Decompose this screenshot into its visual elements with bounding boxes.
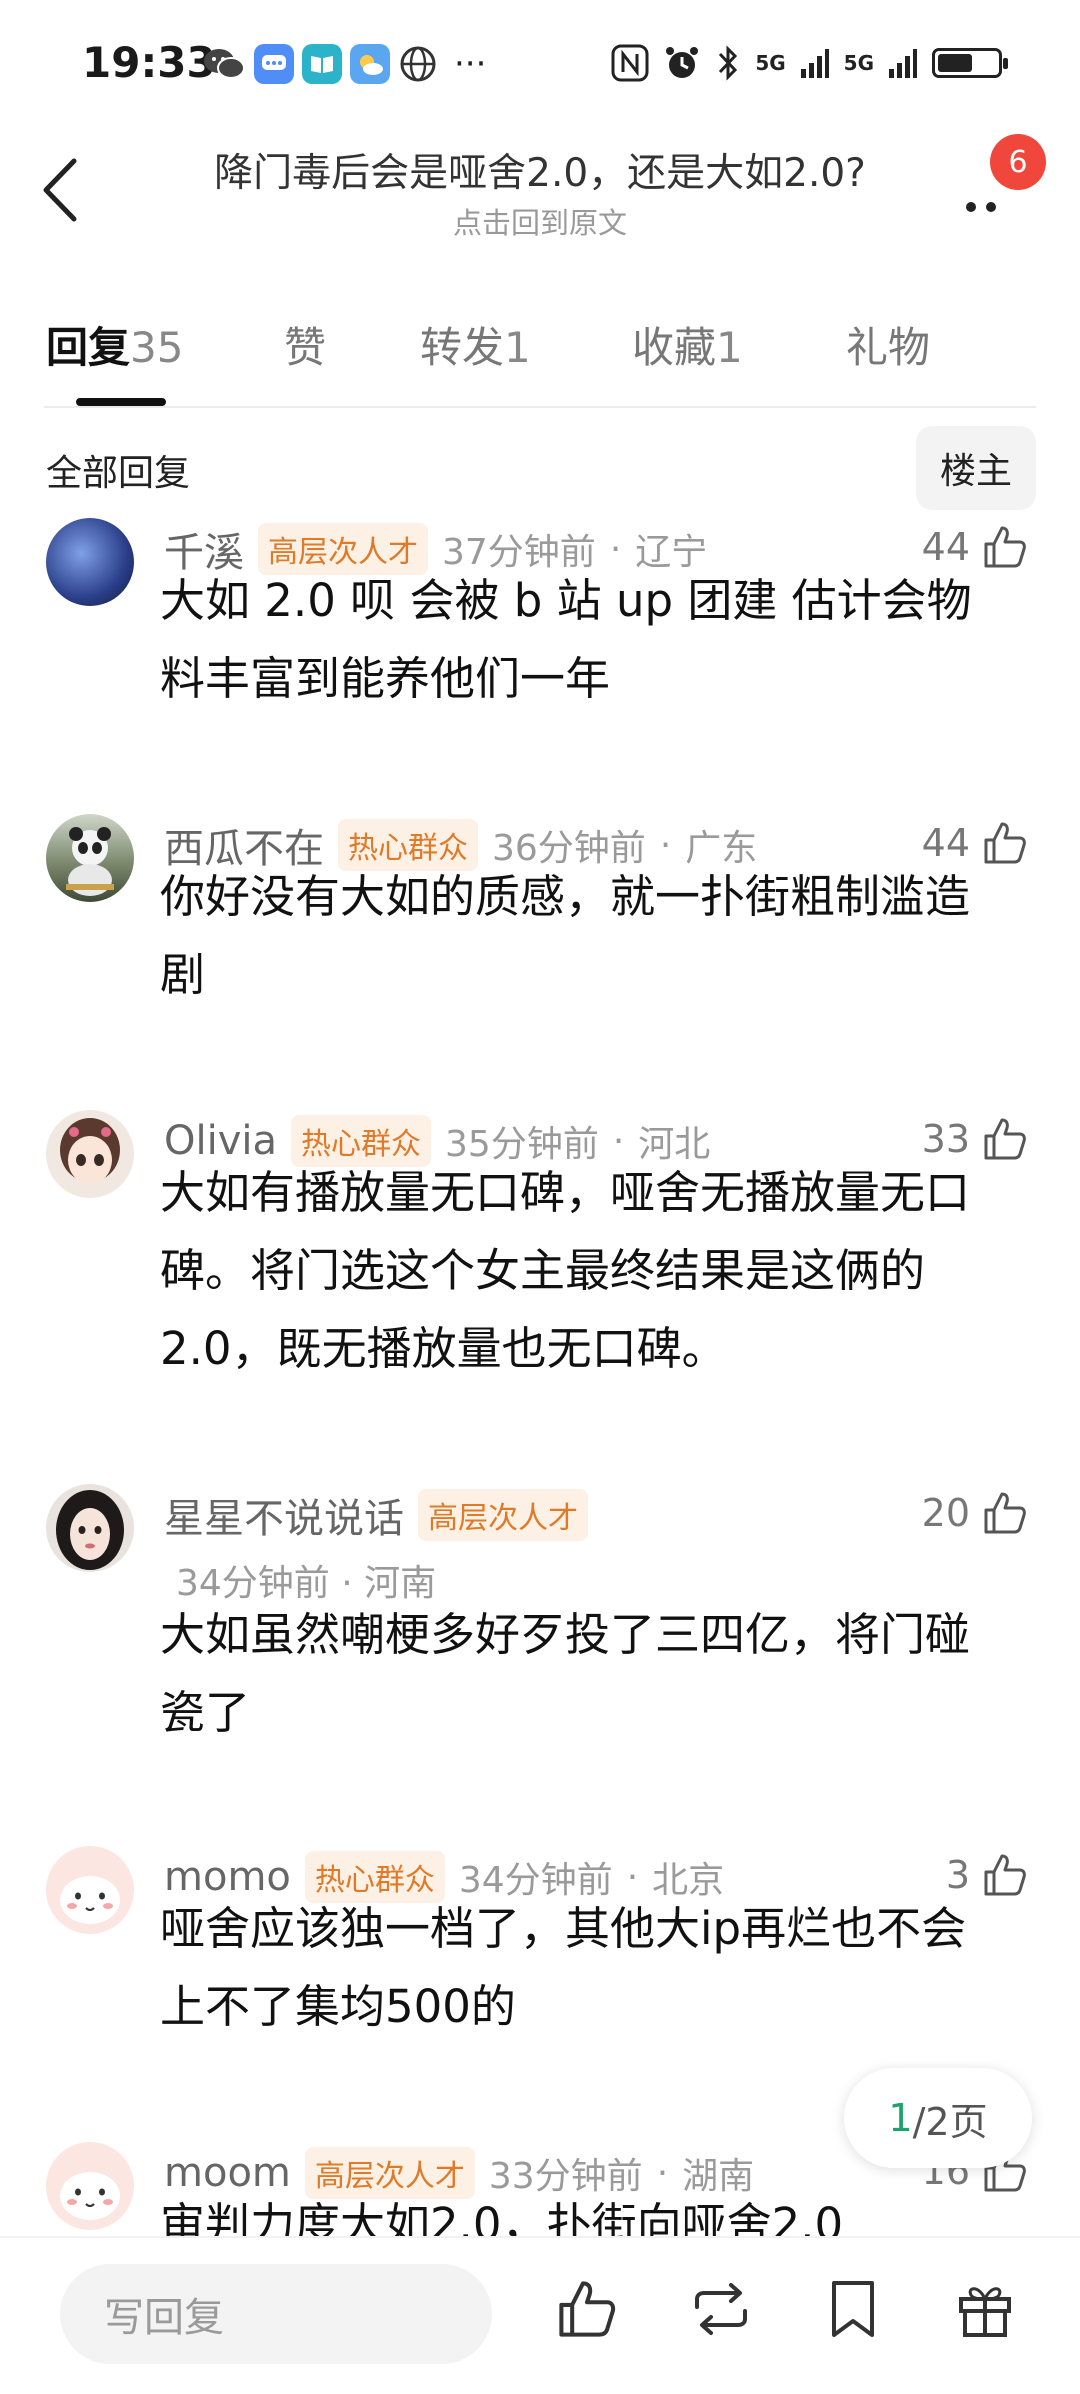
comment-text-line: 大如有播放量无口碑，哑舍无播放量无口 bbox=[160, 1166, 971, 1219]
gift-icon bbox=[959, 2287, 1011, 2337]
comment-text-line: 哑舍应该独一档了，其他大ip再烂也不会 bbox=[160, 1902, 967, 1955]
bottom-action-bar: 写回复 bbox=[0, 2236, 1080, 2394]
repost-button[interactable] bbox=[686, 2274, 756, 2344]
tab-likes[interactable]: 赞 bbox=[284, 314, 326, 375]
tab-label: 礼物 bbox=[846, 323, 931, 372]
reply-input[interactable]: 写回复 bbox=[60, 2264, 492, 2364]
tab-count: 1 bbox=[716, 323, 743, 372]
chevron-left-icon bbox=[43, 158, 77, 222]
tab-gifts[interactable]: 礼物 bbox=[846, 314, 930, 375]
username[interactable]: 星星不说说话 bbox=[164, 1486, 404, 1544]
notification-badge: 6 bbox=[990, 134, 1046, 190]
tab-favorites[interactable]: 收藏1 bbox=[632, 314, 743, 375]
total-pages: /2页 bbox=[912, 2099, 988, 2144]
wechat-icon bbox=[204, 49, 245, 79]
bookmark-button[interactable] bbox=[818, 2274, 888, 2344]
tab-label: 转发 bbox=[420, 323, 505, 372]
repost-icon bbox=[695, 2283, 747, 2335]
avatar[interactable] bbox=[46, 814, 134, 902]
post-header: 降门毒后会是哑舍2.0，还是大如2.0? 点击回到原文 6 bbox=[0, 130, 1080, 260]
comment-text-line: 瓷了 bbox=[160, 1686, 251, 1739]
comment-text-line: 碑。将门选这个女主最终结果是这俩的 bbox=[160, 1244, 926, 1297]
tabs-divider bbox=[44, 406, 1036, 408]
op-only-button[interactable]: 楼主 bbox=[916, 426, 1036, 510]
comment-text: 大如有播放量无口碑，哑舍无播放量无口 碑。将门选这个女主最终结果是这俩的 2.0… bbox=[160, 1154, 1024, 1388]
status-bar: 19:33 ··· 5G 5G bbox=[0, 0, 1080, 130]
comment-text-line: 上不了集均500的 bbox=[160, 1980, 516, 2033]
globe-icon bbox=[400, 46, 436, 82]
tab-count: 35 bbox=[130, 323, 184, 372]
comment-text-line: 剧 bbox=[160, 948, 206, 1001]
signal-bars-icon-2 bbox=[889, 49, 917, 78]
avatar[interactable] bbox=[46, 1110, 134, 1198]
tab-replies[interactable]: 回复35 bbox=[46, 314, 183, 375]
battery-icon bbox=[932, 48, 1008, 78]
all-replies-label: 全部回复 bbox=[46, 453, 191, 494]
back-button[interactable] bbox=[30, 150, 90, 230]
page-indicator[interactable]: 1/2页 bbox=[844, 2068, 1032, 2168]
avatar[interactable] bbox=[46, 1484, 134, 1572]
comment-text-line: 2.0，既无播放量也无口碑。 bbox=[160, 1322, 727, 1375]
more-dot bbox=[986, 202, 996, 212]
weather-app-icon bbox=[350, 44, 390, 84]
like-count: 20 bbox=[921, 1491, 970, 1535]
more-notifications-dots: ··· bbox=[454, 44, 487, 84]
reply-filter-row: 全部回复 楼主 bbox=[0, 420, 1080, 520]
avatar[interactable] bbox=[46, 2142, 134, 2230]
comment-text-line: 大如 2.0 呗 会被 b 站 up 团建 估计会物 bbox=[160, 574, 972, 627]
like-post-button[interactable] bbox=[552, 2274, 622, 2344]
more-dots-icon bbox=[966, 202, 976, 212]
tab-label: 收藏 bbox=[632, 323, 717, 372]
tab-label: 回复 bbox=[46, 323, 131, 372]
signal-bars-icon-1 bbox=[800, 49, 829, 78]
user-rank-badge: 高层次人才 bbox=[418, 1489, 588, 1541]
gift-button[interactable] bbox=[950, 2274, 1020, 2344]
post-title[interactable]: 降门毒后会是哑舍2.0，还是大如2.0? bbox=[140, 142, 940, 198]
nfc-icon bbox=[611, 44, 649, 82]
comment-text: 哑舍应该独一档了，其他大ip再烂也不会 上不了集均500的 bbox=[160, 1890, 1024, 2046]
active-tab-indicator bbox=[76, 398, 166, 406]
comment-text-line: 料丰富到能养他们一年 bbox=[160, 652, 611, 705]
status-time: 19:33 bbox=[82, 38, 216, 87]
comment-meta: 星星不说说话 高层次人才 bbox=[164, 1489, 588, 1542]
tab-forwards[interactable]: 转发1 bbox=[420, 314, 531, 375]
current-page: 1 bbox=[888, 2096, 913, 2140]
comment-text: 大如 2.0 呗 会被 b 站 up 团建 估计会物 料丰富到能养他们一年 bbox=[160, 562, 1024, 718]
avatar[interactable] bbox=[46, 1846, 134, 1934]
tab-bar: 回复35 赞 转发1 收藏1 礼物 bbox=[0, 300, 1080, 410]
status-app-icons: ··· bbox=[202, 44, 486, 84]
tab-label: 赞 bbox=[284, 323, 327, 372]
comment-text: 大如虽然嘲梗多好歹投了三四亿，将门碰 瓷了 bbox=[160, 1596, 1024, 1752]
signal-5g-label-2: 5G bbox=[843, 51, 874, 75]
thumbs-up-icon bbox=[984, 1492, 1026, 1534]
bookmark-icon bbox=[832, 2281, 874, 2337]
thumbs-up-icon bbox=[559, 2281, 616, 2337]
comment-text-line: 大如虽然嘲梗多好歹投了三四亿，将门碰 bbox=[160, 1608, 971, 1661]
message-app-icon bbox=[254, 44, 294, 84]
alarm-icon bbox=[666, 47, 699, 78]
tab-count: 1 bbox=[504, 323, 531, 372]
back-to-original-link[interactable]: 点击回到原文 bbox=[140, 200, 940, 242]
status-system-icons: 5G 5G bbox=[611, 44, 1008, 82]
book-app-icon bbox=[302, 44, 342, 84]
comment-text: 你好没有大如的质感，就一扑街粗制滥造 剧 bbox=[160, 858, 1024, 1014]
comment-text-line: 你好没有大如的质感，就一扑街粗制滥造 bbox=[160, 870, 971, 923]
avatar[interactable] bbox=[46, 518, 134, 606]
bluetooth-icon bbox=[719, 45, 738, 81]
like-button[interactable]: 20 bbox=[922, 1490, 1028, 1536]
signal-5g-label-1: 5G bbox=[755, 51, 786, 75]
